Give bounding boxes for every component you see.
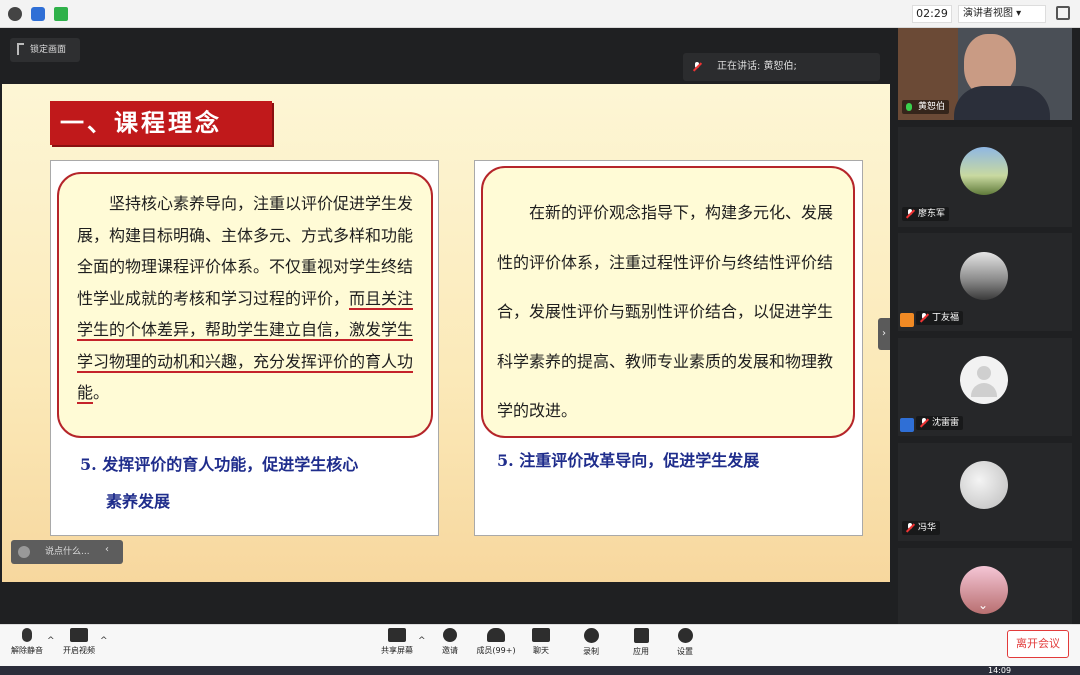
chevron-up-icon[interactable]: ^ [47,636,55,646]
apps-button[interactable]: 应用 [624,628,658,657]
share-label: 共享屏幕 [381,646,413,655]
right-paragraph: 在新的评价观念指导下，构建多元化、发展性的评价体系，注重过程性评价与终结性评价结… [481,166,855,438]
invite-button[interactable]: 邀请 [432,628,468,656]
pin-icon [17,43,24,55]
emoji-icon[interactable] [18,546,30,558]
collapse-panel-button[interactable]: › [878,318,890,350]
mic-muted-icon [22,628,32,642]
avatar [960,461,1008,509]
os-taskbar [0,666,1080,675]
mic-off-icon [906,209,915,218]
speaker-shoulders [954,86,1050,120]
person-body [971,383,997,397]
settings-button[interactable]: 设置 [668,628,702,657]
avatar [960,147,1008,195]
apps-label: 应用 [633,647,649,656]
view-selector[interactable]: 演讲者视图 ▾ [958,5,1046,23]
record-button[interactable]: 录制 [574,628,608,657]
share-screen-icon [388,628,406,642]
chat-icon [532,628,550,642]
record-label: 录制 [583,647,599,656]
mic-off-icon [920,313,929,322]
invite-label: 邀请 [442,646,458,655]
person-icon [977,366,991,380]
speaking-indicator: 正在讲话: 黄恕伯; [683,53,880,81]
default-avatar [960,356,1008,404]
chevron-left-icon[interactable]: ‹ [105,544,109,555]
leave-meeting-button[interactable]: 离开会议 [1007,630,1069,658]
video-label: 开启视频 [63,646,95,655]
chevron-up-icon[interactable]: ^ [100,636,108,646]
invite-icon [443,628,457,642]
user-badge-icon [900,313,914,327]
taskbar-clock: 14:09 [988,666,1012,675]
record-icon [583,628,599,643]
participant-tile[interactable]: ⌄ [898,548,1072,624]
participant-tile[interactable]: 丁友福 [898,233,1072,331]
mic-off-icon [920,418,929,427]
mic-off-icon [906,523,915,532]
meeting-timer: 02:29 [912,5,952,23]
chevron-up-icon[interactable]: ^ [418,636,426,646]
chat-button[interactable]: 聊天 [524,628,558,656]
shield-icon[interactable] [31,7,45,21]
settings-label: 设置 [677,647,693,656]
left-subheading-line1: 5. 发挥评价的育人功能，促进学生核心 [80,455,359,474]
mic-on-icon [906,103,912,111]
chevron-down-icon[interactable]: ⌄ [978,598,988,612]
gear-icon [677,628,693,643]
left-paragraph: 坚持核心素养导向，注重以评价促进学生发展，构建目标明确、主体多元、方式多样和功能… [57,172,433,438]
mic-off-icon [693,62,702,71]
participant-tile[interactable]: 沈雷雷 [898,338,1072,436]
left-subheading-line2: 素养发展 [106,492,171,511]
slide-title: 一、课程理念 [50,101,272,145]
members-icon [487,628,505,642]
avatar [960,252,1008,300]
fullscreen-icon[interactable] [1056,6,1070,20]
share-screen-button[interactable]: 共享屏幕 [376,628,418,656]
left-paragraph-end: 。 [93,383,110,402]
participant-tile[interactable]: 黄恕伯 [898,28,1072,120]
apps-icon [633,628,649,643]
start-video-button[interactable]: 开启视频 [58,628,100,656]
chat-label: 聊天 [533,646,549,655]
participant-tile[interactable]: 冯华 [898,443,1072,541]
members-button[interactable]: 成员(99+) [472,628,520,656]
members-label: 成员(99+) [476,646,516,655]
info-icon[interactable] [8,7,22,21]
signal-icon[interactable] [54,7,68,21]
unmute-button[interactable]: 解除静音 [6,628,48,656]
unmute-label: 解除静音 [11,646,43,655]
video-off-icon [70,628,88,642]
participant-tile[interactable]: 廖东军 [898,127,1072,227]
user-badge-icon [900,418,914,432]
right-subheading: 5. 注重评价改革导向，促进学生发展 [497,451,760,470]
left-subheading: 5. 发挥评价的育人功能，促进学生核心 素养发展 [80,446,425,520]
